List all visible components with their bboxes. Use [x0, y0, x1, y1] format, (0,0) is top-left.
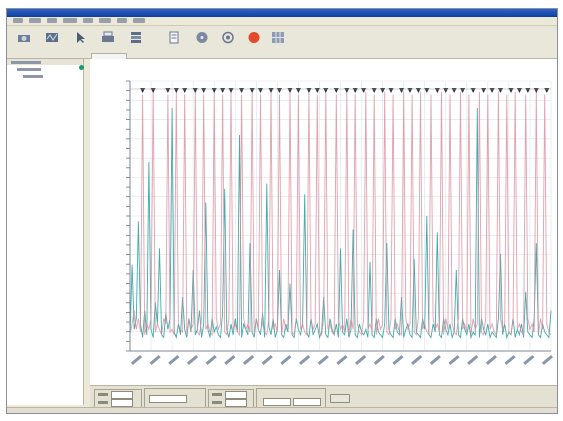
- input-field[interactable]: [111, 399, 133, 407]
- status-bar: [7, 407, 557, 413]
- x-tick-label: [130, 354, 143, 365]
- tree-item[interactable]: [23, 75, 43, 78]
- x-tick-label: [392, 354, 404, 365]
- toolbar-button-8[interactable]: [215, 29, 241, 55]
- x-tick-label: [541, 354, 554, 365]
- x-tick-label: [373, 354, 385, 365]
- tree-item[interactable]: [11, 61, 41, 64]
- record-icon: [222, 31, 234, 44]
- toolbar-button-7[interactable]: [189, 29, 215, 55]
- disk-icon: [196, 32, 208, 43]
- toolbar: [7, 26, 557, 59]
- x-tick-label: [485, 354, 497, 365]
- menu-item-7[interactable]: [117, 18, 127, 23]
- x-tick-label: [355, 354, 367, 365]
- menu-item-8[interactable]: [133, 18, 145, 23]
- x-tick-label: [261, 354, 273, 365]
- menu-item-5[interactable]: [83, 18, 93, 23]
- settings-group-4: [256, 388, 326, 408]
- grid-icon: [272, 32, 284, 43]
- title-bar: [7, 9, 557, 17]
- input-field[interactable]: [111, 391, 133, 399]
- x-tick-label: [429, 354, 441, 365]
- x-tick-label: [317, 354, 329, 365]
- x-tick-label: [336, 354, 348, 365]
- input-field[interactable]: [263, 398, 291, 406]
- document-icon: [169, 31, 179, 44]
- x-tick-label: [242, 354, 255, 365]
- menu-item-4[interactable]: [63, 18, 77, 23]
- cursor-icon: [77, 32, 85, 43]
- field-label: [212, 393, 222, 396]
- stop-icon: [248, 32, 260, 43]
- x-tick-label: [186, 354, 199, 365]
- status-indicator-icon: [79, 65, 84, 70]
- x-tick-label: [467, 354, 479, 365]
- x-tick-label: [299, 354, 311, 365]
- chart-area: [90, 59, 557, 385]
- x-tick-label: [411, 354, 423, 365]
- x-tick-label: [523, 354, 535, 365]
- x-tick-label: [224, 354, 236, 365]
- tree-panel: [7, 59, 84, 405]
- menu-item-2[interactable]: [29, 18, 41, 23]
- settings-group-2: [144, 388, 206, 408]
- input-field[interactable]: [293, 398, 321, 406]
- field-label: [98, 393, 108, 396]
- input-field[interactable]: [225, 391, 247, 399]
- scope-icon: [46, 33, 58, 42]
- field-label: [98, 401, 108, 404]
- x-tick-label: [448, 354, 460, 365]
- apply-button[interactable]: [330, 394, 350, 403]
- acquire-icon: [18, 35, 30, 42]
- input-field[interactable]: [225, 399, 247, 407]
- toolbar-button-10[interactable]: [265, 29, 291, 55]
- toolbar-button-9[interactable]: [241, 29, 267, 55]
- bottom-panel: [90, 385, 557, 408]
- trace-chart: [126, 80, 554, 365]
- dropdown-field[interactable]: [149, 395, 187, 403]
- menu-item-1[interactable]: [13, 18, 23, 23]
- x-tick-label: [280, 354, 292, 365]
- x-tick-label: [504, 354, 516, 365]
- print-icon: [102, 31, 114, 42]
- tree-item[interactable]: [17, 68, 41, 71]
- field-label: [212, 401, 222, 404]
- app-window: [6, 8, 558, 414]
- settings-group-3: [208, 389, 254, 408]
- settings-group-1: [94, 389, 142, 408]
- menu-bar: [7, 17, 557, 26]
- x-tick-label: [205, 354, 217, 365]
- toolbar-button-5[interactable]: [123, 29, 149, 55]
- x-tick-label: [168, 354, 180, 365]
- x-tick-label: [149, 354, 161, 365]
- toolbar-button-4[interactable]: [95, 29, 121, 55]
- toolbar-button-6[interactable]: [161, 29, 187, 55]
- toolbar-button-1[interactable]: [11, 29, 37, 55]
- menu-item-3[interactable]: [47, 18, 57, 23]
- stack-icon: [131, 32, 141, 43]
- menu-item-6[interactable]: [99, 18, 111, 23]
- toolbar-button-3[interactable]: [67, 29, 93, 55]
- toolbar-button-2[interactable]: [39, 29, 65, 55]
